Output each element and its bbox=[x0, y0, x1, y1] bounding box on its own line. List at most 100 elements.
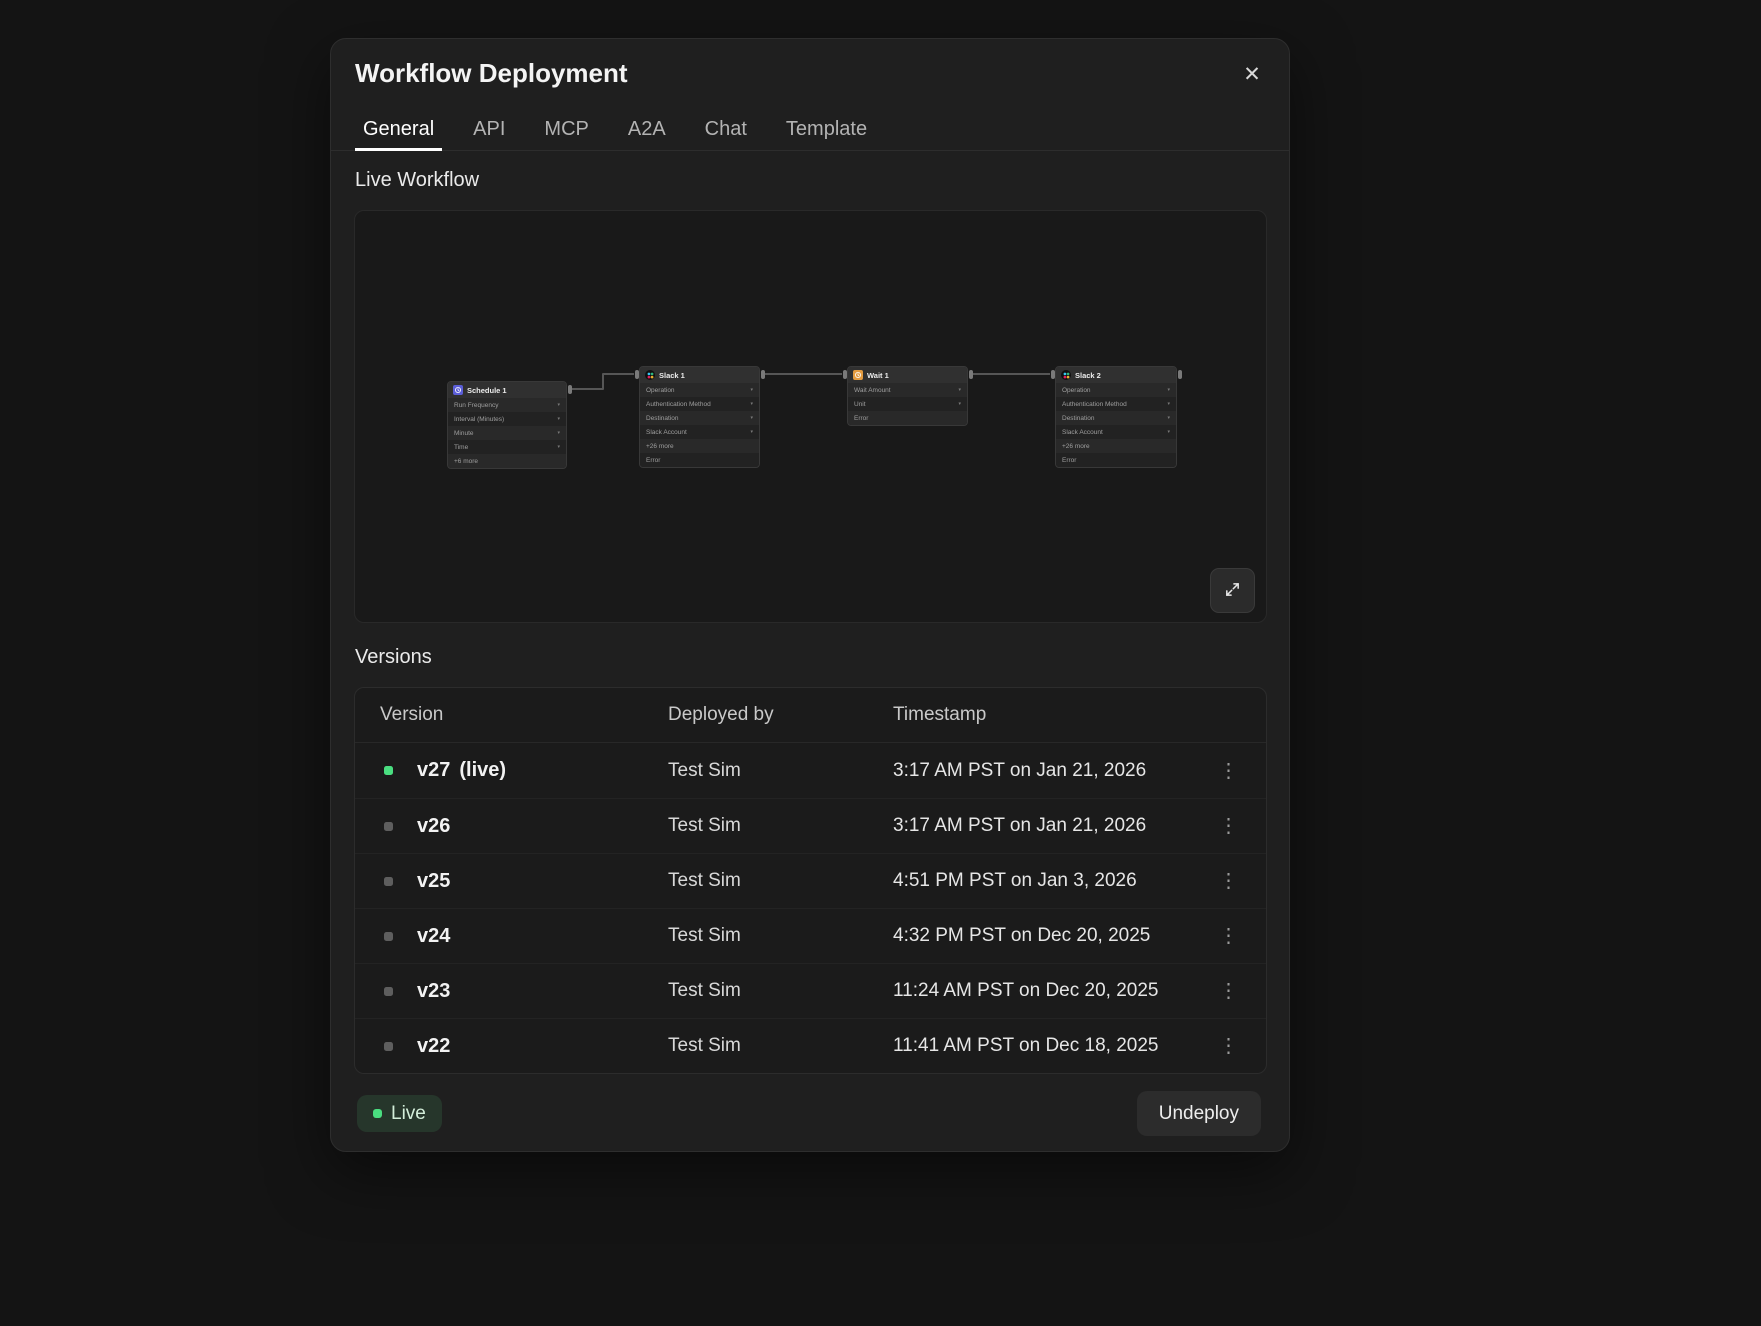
node-header: Schedule 1 bbox=[448, 382, 566, 398]
table-header-row: Version Deployed by Timestamp bbox=[355, 688, 1266, 743]
input-port bbox=[1051, 370, 1055, 379]
node-field: Authentication Method▾ bbox=[1056, 397, 1176, 411]
output-port bbox=[969, 370, 973, 379]
timestamp: 3:17 AM PST on Jan 21, 2026 bbox=[893, 815, 1191, 837]
slack-icon bbox=[1061, 370, 1071, 380]
node-title: Wait 1 bbox=[867, 371, 889, 380]
version-menu-button[interactable]: ⋮ bbox=[1213, 755, 1245, 787]
deployed-by: Test Sim bbox=[668, 870, 893, 892]
chevron-down-icon: ▾ bbox=[1167, 388, 1170, 393]
input-port bbox=[843, 370, 847, 379]
kebab-icon: ⋮ bbox=[1219, 870, 1239, 892]
hourglass-icon bbox=[853, 370, 863, 380]
tab-bar: General API MCP A2A Chat Template bbox=[331, 111, 1289, 151]
chevron-down-icon: ▾ bbox=[1167, 416, 1170, 421]
version-label: v24 bbox=[417, 925, 450, 948]
chevron-down-icon: ▾ bbox=[557, 403, 560, 408]
tab-template[interactable]: Template bbox=[778, 111, 875, 151]
column-header-version: Version bbox=[355, 704, 668, 726]
version-status-dot bbox=[384, 932, 393, 941]
kebab-icon: ⋮ bbox=[1219, 1035, 1239, 1057]
version-label: v26 bbox=[417, 815, 450, 838]
table-row: v26 Test Sim 3:17 AM PST on Jan 21, 2026… bbox=[355, 798, 1266, 853]
expand-icon bbox=[1224, 581, 1241, 601]
node-field: Operation▾ bbox=[1056, 383, 1176, 397]
deployed-by: Test Sim bbox=[668, 925, 893, 947]
chevron-down-icon: ▾ bbox=[1167, 430, 1170, 435]
workflow-deployment-modal: Workflow Deployment ✕ General API MCP A2… bbox=[330, 38, 1290, 1152]
undeploy-button[interactable]: Undeploy bbox=[1137, 1091, 1261, 1136]
version-status-dot bbox=[384, 822, 393, 831]
chevron-down-icon: ▾ bbox=[557, 431, 560, 436]
version-label: v25 bbox=[417, 870, 450, 893]
tab-chat[interactable]: Chat bbox=[697, 111, 755, 151]
tab-mcp[interactable]: MCP bbox=[536, 111, 596, 151]
node-field: Destination▾ bbox=[640, 411, 759, 425]
node-field: Operation▾ bbox=[640, 383, 759, 397]
node-error-field: Error bbox=[848, 411, 967, 425]
tab-a2a[interactable]: A2A bbox=[620, 111, 674, 151]
chevron-down-icon: ▾ bbox=[958, 388, 961, 393]
column-header-timestamp: Timestamp bbox=[893, 704, 1266, 726]
version-label: v22 bbox=[417, 1035, 450, 1058]
versions-table: Version Deployed by Timestamp v27 (live)… bbox=[354, 687, 1267, 1074]
versions-heading: Versions bbox=[355, 646, 432, 669]
clock-icon bbox=[453, 385, 463, 395]
live-workflow-heading: Live Workflow bbox=[355, 169, 479, 192]
version-live-suffix: (live) bbox=[459, 759, 506, 782]
version-menu-button[interactable]: ⋮ bbox=[1213, 1030, 1245, 1062]
kebab-icon: ⋮ bbox=[1219, 980, 1239, 1002]
close-icon: ✕ bbox=[1243, 62, 1261, 87]
close-button[interactable]: ✕ bbox=[1235, 57, 1269, 91]
chevron-down-icon: ▾ bbox=[750, 416, 753, 421]
modal-footer: Live Undeploy bbox=[331, 1076, 1289, 1153]
deployed-by: Test Sim bbox=[668, 1035, 893, 1057]
node-more-fields: +26 more bbox=[1056, 439, 1176, 453]
node-field: Slack Account▾ bbox=[640, 425, 759, 439]
connection-line bbox=[572, 374, 634, 389]
chevron-down-icon: ▾ bbox=[750, 430, 753, 435]
table-row: v24 Test Sim 4:32 PM PST on Dec 20, 2025… bbox=[355, 908, 1266, 963]
node-more-fields: +26 more bbox=[640, 439, 759, 453]
table-row: v23 Test Sim 11:24 AM PST on Dec 20, 202… bbox=[355, 963, 1266, 1018]
chevron-down-icon: ▾ bbox=[557, 417, 560, 422]
expand-canvas-button[interactable] bbox=[1210, 568, 1255, 613]
workflow-canvas[interactable]: Schedule 1 Run Frequency▾ Interval (Minu… bbox=[354, 210, 1267, 623]
node-title: Schedule 1 bbox=[467, 386, 507, 395]
version-label: v23 bbox=[417, 980, 450, 1003]
chevron-down-icon: ▾ bbox=[750, 402, 753, 407]
node-title: Slack 1 bbox=[659, 371, 685, 380]
workflow-node-slack-1: Slack 1 Operation▾ Authentication Method… bbox=[639, 366, 760, 468]
workflow-node-wait-1: Wait 1 Wait Amount▾ Unit▾ Error bbox=[847, 366, 968, 426]
version-status-dot bbox=[384, 766, 393, 775]
version-menu-button[interactable]: ⋮ bbox=[1213, 920, 1245, 952]
version-menu-button[interactable]: ⋮ bbox=[1213, 975, 1245, 1007]
node-more-fields: +6 more bbox=[448, 454, 566, 468]
version-status-dot bbox=[384, 877, 393, 886]
workflow-node-schedule-1: Schedule 1 Run Frequency▾ Interval (Minu… bbox=[447, 381, 567, 469]
deployed-by: Test Sim bbox=[668, 760, 893, 782]
node-error-field: Error bbox=[640, 453, 759, 467]
node-field: Slack Account▾ bbox=[1056, 425, 1176, 439]
chevron-down-icon: ▾ bbox=[557, 445, 560, 450]
version-menu-button[interactable]: ⋮ bbox=[1213, 810, 1245, 842]
kebab-icon: ⋮ bbox=[1219, 925, 1239, 947]
table-row: v27 (live) Test Sim 3:17 AM PST on Jan 2… bbox=[355, 743, 1266, 798]
table-row: v22 Test Sim 11:41 AM PST on Dec 18, 202… bbox=[355, 1018, 1266, 1073]
live-status-badge: Live bbox=[357, 1095, 442, 1132]
tab-api[interactable]: API bbox=[465, 111, 513, 151]
deployed-by: Test Sim bbox=[668, 815, 893, 837]
live-badge-label: Live bbox=[391, 1103, 426, 1125]
node-field: Authentication Method▾ bbox=[640, 397, 759, 411]
node-header: Slack 1 bbox=[640, 367, 759, 383]
version-menu-button[interactable]: ⋮ bbox=[1213, 865, 1245, 897]
tab-general[interactable]: General bbox=[355, 111, 442, 151]
slack-icon bbox=[645, 370, 655, 380]
version-status-dot bbox=[384, 987, 393, 996]
timestamp: 4:51 PM PST on Jan 3, 2026 bbox=[893, 870, 1191, 892]
output-port bbox=[761, 370, 765, 379]
timestamp: 11:41 AM PST on Dec 18, 2025 bbox=[893, 1035, 1191, 1057]
node-field: Destination▾ bbox=[1056, 411, 1176, 425]
version-label: v27 bbox=[417, 759, 450, 782]
timestamp: 11:24 AM PST on Dec 20, 2025 bbox=[893, 980, 1191, 1002]
